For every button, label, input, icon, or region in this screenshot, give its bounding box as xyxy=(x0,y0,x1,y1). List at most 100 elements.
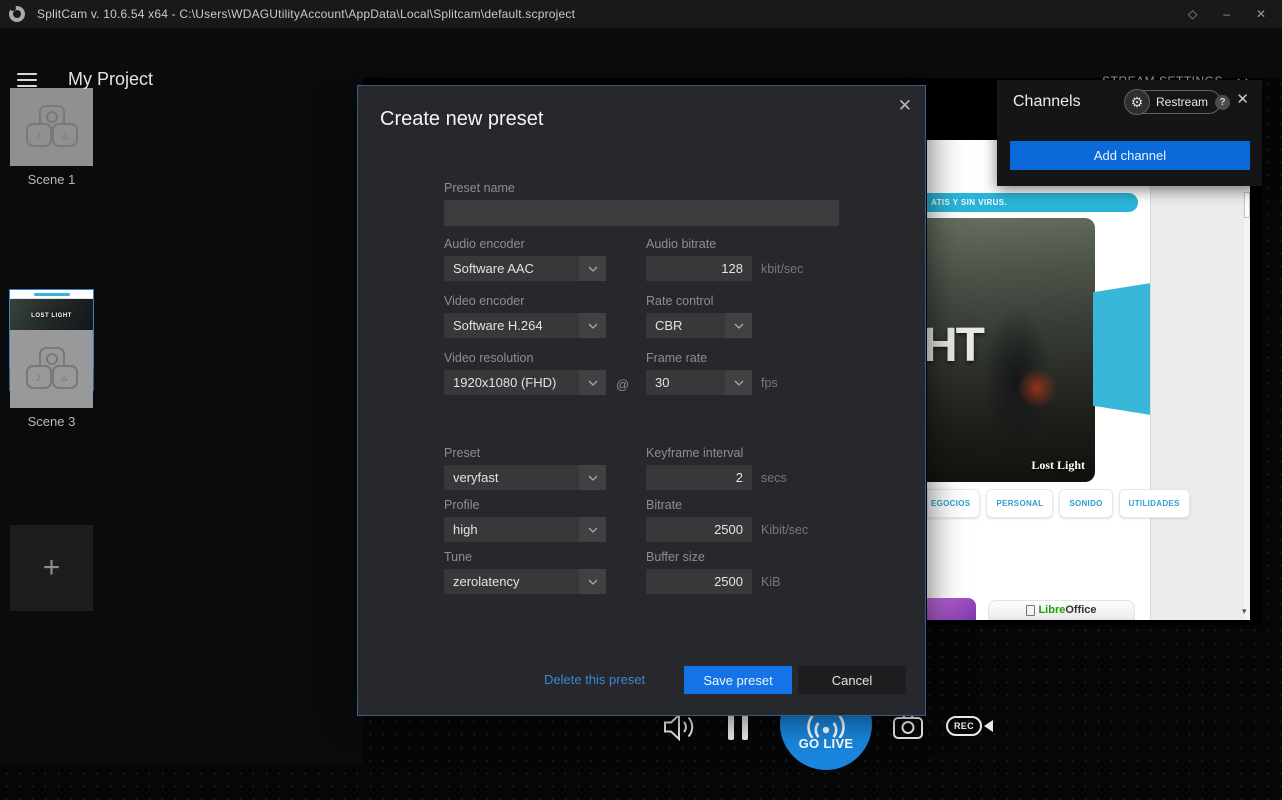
webpage-scrollbar[interactable] xyxy=(1244,185,1250,620)
music-note-icon: ♪ xyxy=(26,123,52,147)
chevron-down-icon xyxy=(725,313,752,338)
pause-button[interactable] xyxy=(728,713,748,740)
scene-3-label[interactable]: Scene 3 xyxy=(10,414,93,429)
bitrate-input[interactable]: 2500 xyxy=(646,517,752,542)
add-scene-button[interactable]: + xyxy=(10,525,93,611)
rate-control-label: Rate control xyxy=(646,294,713,308)
audio-bitrate-input[interactable]: 128 xyxy=(646,256,752,281)
scene-placeholder-icons: ♪ ▵ xyxy=(24,347,80,391)
channels-panel: Channels ⚙ Restream ? ✕ Add channel xyxy=(997,80,1262,186)
keyframe-interval-unit: secs xyxy=(761,471,787,485)
chevron-down-icon xyxy=(579,517,606,542)
image-icon: ▵ xyxy=(52,365,78,389)
snapshot-button[interactable] xyxy=(892,712,924,745)
chevron-down-icon xyxy=(579,313,606,338)
game-banner-image: HT Lost Light xyxy=(927,218,1095,482)
chevron-down-icon xyxy=(579,256,606,281)
preset-name-label: Preset name xyxy=(444,181,515,195)
go-live-label: GO LIVE xyxy=(780,736,872,751)
scene2-mini-header xyxy=(10,290,93,299)
audio-bitrate-unit: kbit/sec xyxy=(761,262,803,276)
audio-encoder-label: Audio encoder xyxy=(444,237,525,251)
image-icon: ▵ xyxy=(52,123,78,147)
chevron-down-icon xyxy=(579,569,606,594)
bitrate-label: Bitrate xyxy=(646,498,682,512)
scrollbar-thumb[interactable] xyxy=(1244,192,1250,218)
profile-label: Profile xyxy=(444,498,479,512)
audio-bitrate-label: Audio bitrate xyxy=(646,237,716,251)
rec-label: REC xyxy=(946,716,982,736)
bitrate-unit: Kibit/sec xyxy=(761,523,808,537)
keyframe-interval-input[interactable]: 2 xyxy=(646,465,752,490)
camera-icon xyxy=(892,712,924,740)
buffer-size-label: Buffer size xyxy=(646,550,705,564)
chevron-down-icon xyxy=(579,465,606,490)
category-pill[interactable]: UTILIDADES xyxy=(1119,489,1190,518)
audio-monitor-button[interactable] xyxy=(662,711,698,748)
delete-preset-link[interactable]: Delete this preset xyxy=(544,672,645,687)
chevron-down-icon xyxy=(725,370,752,395)
tune-label: Tune xyxy=(444,550,472,564)
menu-icon[interactable] xyxy=(17,73,37,91)
scene-1-label[interactable]: Scene 1 xyxy=(10,172,93,187)
scene2-mini-banner: LOST LIGHT xyxy=(10,299,93,333)
music-note-icon: ♪ xyxy=(26,365,52,389)
chevron-down-icon xyxy=(579,370,606,395)
minimize-button[interactable]: – xyxy=(1223,8,1230,20)
webpage-banner: ATIS Y SIN VIRUS. xyxy=(927,193,1138,212)
left-panel: ♪ ▵ Scene 1 LOST LIGHT Scene 2 ♪ ▵ Scene… xyxy=(0,78,363,765)
record-arrow-icon xyxy=(984,720,993,732)
cyan-decor-shape xyxy=(1093,283,1151,415)
restream-button[interactable]: ⚙ Restream xyxy=(1125,90,1221,114)
scene-1-thumbnail[interactable]: ♪ ▵ xyxy=(10,88,93,166)
splitcam-window: SplitCam v. 10.6.54 x64 - C:\Users\WDAGU… xyxy=(0,0,1282,800)
modal-title: Create new preset xyxy=(380,108,543,131)
buffer-size-input[interactable]: 2500 xyxy=(646,569,752,594)
tune-select[interactable]: zerolatency xyxy=(444,569,606,594)
frame-rate-label: Frame rate xyxy=(646,351,707,365)
at-symbol: @ xyxy=(616,377,629,392)
scene-3-thumbnail[interactable]: ♪ ▵ xyxy=(10,330,93,408)
window-title: SplitCam v. 10.6.54 x64 - C:\Users\WDAGU… xyxy=(37,7,575,21)
close-window-button[interactable]: ✕ xyxy=(1256,8,1266,20)
preset-select[interactable]: veryfast xyxy=(444,465,606,490)
close-modal-icon[interactable]: ✕ xyxy=(898,96,912,116)
video-resolution-select[interactable]: 1920x1080 (FHD) xyxy=(444,370,606,395)
app-header: My Project STREAM SETTINGS xyxy=(0,28,1282,78)
profile-select[interactable]: high xyxy=(444,517,606,542)
video-encoder-select[interactable]: Software H.264 xyxy=(444,313,606,338)
game-caption: Lost Light xyxy=(1031,458,1085,473)
pin-icon[interactable]: ◇ xyxy=(1188,8,1197,20)
webpage-preview: ATIS Y SIN VIRUS. HT Lost Light ▾ EGOCIO… xyxy=(927,140,1250,620)
channels-title: Channels xyxy=(1013,93,1081,111)
video-resolution-label: Video resolution xyxy=(444,351,533,365)
project-title: My Project xyxy=(68,69,153,90)
title-bar: SplitCam v. 10.6.54 x64 - C:\Users\WDAGU… xyxy=(0,0,1282,28)
scroll-down-arrow[interactable]: ▾ xyxy=(1242,606,1247,617)
category-pill[interactable]: SONIDO xyxy=(1059,489,1112,518)
frame-rate-unit: fps xyxy=(761,376,778,390)
frame-rate-select[interactable]: 30 xyxy=(646,370,752,395)
webpage-gray-column xyxy=(1150,185,1244,620)
keyframe-interval-label: Keyframe interval xyxy=(646,446,743,460)
cancel-button[interactable]: Cancel xyxy=(798,666,906,694)
rate-control-select[interactable]: CBR xyxy=(646,313,752,338)
record-button[interactable]: REC xyxy=(946,716,993,736)
save-preset-button[interactable]: Save preset xyxy=(684,666,792,694)
game-title-fragment: HT xyxy=(927,318,983,373)
scene-placeholder-icons: ♪ ▵ xyxy=(24,105,80,149)
close-channels-icon[interactable]: ✕ xyxy=(1236,90,1249,108)
category-pill[interactable]: EGOCIOS xyxy=(927,489,980,518)
app-tile-purple xyxy=(927,598,976,620)
app-logo-icon xyxy=(9,6,25,22)
audio-encoder-select[interactable]: Software AAC xyxy=(444,256,606,281)
create-preset-modal: Create new preset ✕ Preset name Audio en… xyxy=(357,85,926,716)
add-channel-button[interactable]: Add channel xyxy=(1010,141,1250,170)
gear-icon: ⚙ xyxy=(1124,89,1150,115)
preset-name-input[interactable] xyxy=(444,200,839,226)
help-icon[interactable]: ? xyxy=(1215,95,1230,110)
document-icon xyxy=(1026,605,1035,616)
libreoffice-card: LibreOffice xyxy=(988,600,1135,620)
category-pill[interactable]: PERSONAL xyxy=(986,489,1053,518)
buffer-size-unit: KiB xyxy=(761,575,780,589)
